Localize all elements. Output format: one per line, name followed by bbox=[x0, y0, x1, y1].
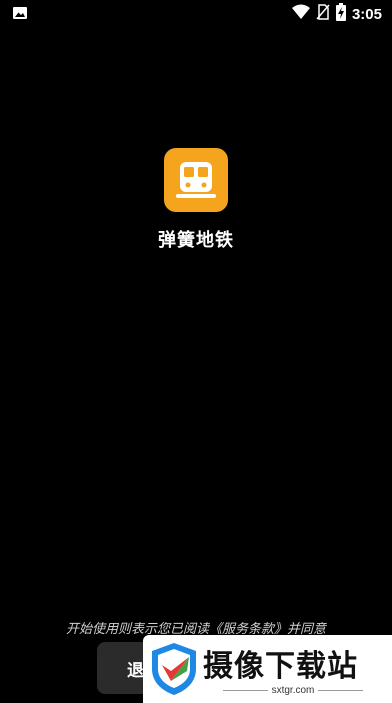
status-time: 3:05 bbox=[351, 5, 382, 23]
watermark-logo: 摄像下载站 sxtgr.com bbox=[143, 635, 392, 703]
image-notification-icon bbox=[12, 5, 28, 25]
no-sim-icon bbox=[316, 4, 330, 24]
app-name: 弹簧地铁 bbox=[158, 230, 234, 251]
wifi-icon bbox=[291, 4, 310, 24]
watermark-title: 摄像下载站 bbox=[203, 649, 358, 684]
subway-train-icon bbox=[176, 162, 216, 198]
battery-charging-icon bbox=[335, 3, 346, 25]
watermark-domain: sxtgr.com bbox=[203, 685, 383, 696]
app-icon bbox=[164, 148, 228, 212]
status-bar: 3:05 bbox=[0, 0, 392, 26]
shield-logo-icon bbox=[152, 643, 196, 695]
